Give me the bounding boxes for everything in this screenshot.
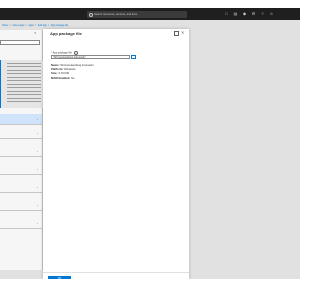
detail-mam-enabled: MAM Enabled: No: [51, 75, 75, 80]
app-package-file-blade: App package file ✕ * App package file "W…: [43, 29, 189, 279]
breadcrumb-client-apps[interactable]: Client apps: [12, 24, 24, 27]
directory-filter-icon[interactable]: ▤: [233, 11, 238, 16]
app-type-field[interactable]: [0, 40, 40, 45]
top-bar: Search resources, services, and docs □ ▤…: [0, 8, 300, 20]
breadcrumb-home[interactable]: Home: [2, 24, 8, 27]
search-placeholder: Search resources, services, and docs: [94, 12, 138, 16]
folder-icon: [132, 55, 135, 58]
global-search-input[interactable]: Search resources, services, and docs: [87, 10, 187, 18]
left-list-item[interactable]: ›: [0, 146, 42, 157]
breadcrumb-separator: >: [34, 24, 37, 27]
browse-button[interactable]: [131, 54, 136, 59]
close-icon[interactable]: ✕: [34, 31, 37, 35]
left-list-item[interactable]: ›: [0, 182, 42, 193]
cloud-shell-icon[interactable]: □: [224, 11, 229, 16]
breadcrumb-apps[interactable]: Apps: [28, 24, 33, 27]
breadcrumb-separator: >: [25, 24, 27, 27]
help-icon[interactable]: ?: [260, 11, 265, 16]
add-app-blade: ✕ › › › › › › ›: [0, 30, 43, 270]
top-bar-icons: □ ▤ ◆ ⚙ ? ☺: [224, 11, 274, 17]
notifications-icon[interactable]: ◆: [242, 11, 247, 16]
chevron-right-icon: ›: [37, 203, 38, 207]
blade-title: App package file: [50, 31, 82, 36]
info-box: [0, 60, 43, 108]
chevron-right-icon: ›: [37, 221, 38, 225]
chevron-right-icon: ›: [37, 131, 38, 135]
breadcrumb-separator: >: [9, 24, 11, 27]
left-list-item[interactable]: ›: [0, 200, 42, 211]
left-list-item[interactable]: ›: [0, 164, 42, 175]
feedback-icon[interactable]: ☺: [269, 11, 274, 16]
search-icon: [89, 12, 94, 17]
package-details: Name: Wrmsnetworking.intunewin Platform:…: [51, 63, 94, 80]
left-list-item[interactable]: ›: [0, 218, 42, 229]
breadcrumb-app-package-file[interactable]: App package file: [51, 24, 69, 27]
chevron-right-icon: ›: [37, 167, 38, 171]
ok-button[interactable]: OK: [48, 276, 71, 279]
left-list-item[interactable]: ›: [0, 128, 42, 139]
maximize-icon[interactable]: [174, 31, 179, 36]
chevron-right-icon: ›: [37, 149, 38, 153]
close-icon[interactable]: ✕: [181, 30, 184, 35]
breadcrumb: Home> Client apps> Apps> Add app> App pa…: [0, 23, 68, 28]
chevron-right-icon: ›: [37, 185, 38, 189]
breadcrumb-separator: >: [47, 24, 50, 27]
left-list-item-app-package[interactable]: ›: [0, 114, 42, 125]
breadcrumb-add-app[interactable]: Add app: [38, 24, 47, 27]
app-package-file-input[interactable]: "Wrmsnetworking.intunewin": [51, 54, 130, 59]
settings-gear-icon[interactable]: ⚙: [251, 11, 256, 16]
portal-window: Search resources, services, and docs □ ▤…: [0, 8, 300, 279]
chevron-right-icon: ›: [37, 117, 38, 121]
